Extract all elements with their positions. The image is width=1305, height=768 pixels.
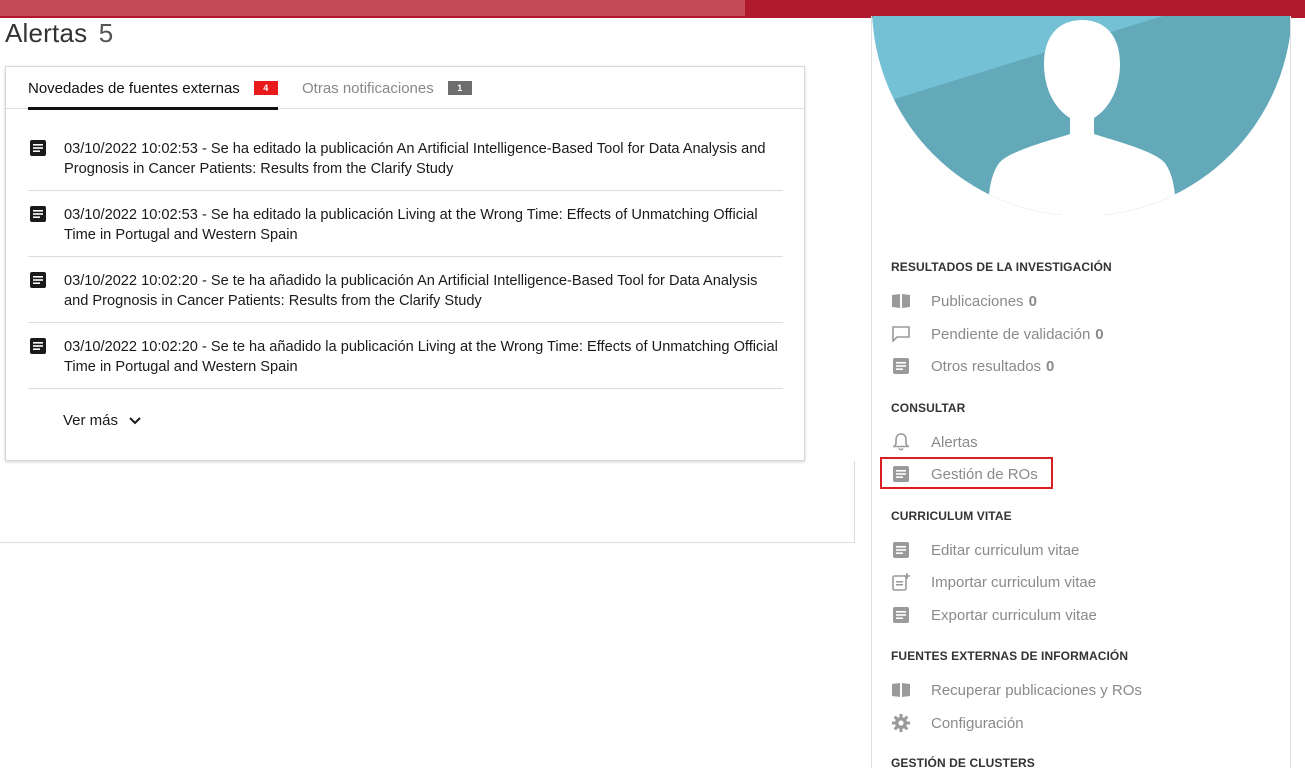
sidebar-item-label: Otros resultados: [931, 357, 1042, 375]
tab-otras-label: Otras notificaciones: [302, 79, 434, 97]
tab-otras-notificaciones[interactable]: Otras notificaciones 1: [302, 67, 472, 109]
ver-mas-label: Ver más: [63, 412, 119, 429]
post-add-icon: [891, 573, 911, 591]
sidebar-item-label: Pendiente de validación: [931, 325, 1091, 343]
alert-item[interactable]: 03/10/2022 10:02:53 - Se ha editado la p…: [28, 191, 783, 257]
sidebar-item-label: Recuperar publicaciones y ROs: [931, 681, 1142, 699]
sidebar-item-configuracion[interactable]: Configuración: [891, 712, 1024, 734]
tab-novedades-label: Novedades de fuentes externas: [28, 79, 240, 97]
sidebar-item-publicaciones[interactable]: Publicaciones 0: [891, 290, 1037, 312]
document-icon: [891, 541, 911, 559]
sidebar-item-label: Editar curriculum vitae: [931, 541, 1080, 559]
sidebar-item-label: Publicaciones: [931, 292, 1024, 310]
section-title-resultados: RESULTADOS DE LA INVESTIGACIÓN: [891, 260, 1112, 274]
ver-mas-button[interactable]: Ver más: [63, 412, 142, 429]
section-title-fuentes: FUENTES EXTERNAS DE INFORMACIÓN: [891, 649, 1129, 663]
sidebar-item-pendiente[interactable]: Pendiente de validación 0: [891, 323, 1104, 345]
top-bar-overlay: [0, 0, 745, 16]
tab-novedades[interactable]: Novedades de fuentes externas 4: [28, 67, 278, 110]
document-icon: [891, 606, 911, 624]
alert-item[interactable]: 03/10/2022 10:02:53 - Se ha editado la p…: [28, 125, 783, 191]
publicaciones-count: 0: [1028, 292, 1037, 310]
page-title-label: Alertas: [5, 18, 88, 48]
sidebar-item-alertas[interactable]: Alertas: [891, 431, 978, 453]
document-icon: [30, 206, 46, 222]
sidebar-item-editar-cv[interactable]: Editar curriculum vitae: [891, 539, 1079, 561]
bell-icon: [891, 433, 911, 451]
section-title-curriculum: CURRICULUM VITAE: [891, 509, 1012, 523]
sidebar-item-exportar-cv[interactable]: Exportar curriculum vitae: [891, 604, 1097, 626]
pendiente-count: 0: [1095, 325, 1104, 343]
alerts-panel: Novedades de fuentes externas 4 Otras no…: [5, 66, 805, 461]
otros-count: 0: [1046, 357, 1055, 375]
empty-content-box: [0, 461, 855, 543]
sidebar-item-label: Importar curriculum vitae: [931, 573, 1097, 591]
sidebar-item-label: Exportar curriculum vitae: [931, 606, 1097, 624]
avatar[interactable]: [872, 16, 1290, 215]
tab-otras-badge: 1: [447, 81, 472, 95]
alert-item[interactable]: 03/10/2022 10:02:20 - Se te ha añadido l…: [28, 257, 783, 323]
page-title-count: 5: [98, 18, 114, 48]
alert-text: 03/10/2022 10:02:20 - Se te ha añadido l…: [64, 339, 778, 375]
sidebar-item-otros-resultados[interactable]: Otros resultados 0: [891, 355, 1054, 377]
sidebar: RESULTADOS DE LA INVESTIGACIÓN Publicaci…: [871, 16, 1291, 768]
alerts-list: 03/10/2022 10:02:53 - Se ha editado la p…: [28, 125, 783, 389]
document-icon: [30, 338, 46, 354]
page-title: Alertas 5: [5, 18, 113, 49]
chevron-down-icon: [129, 416, 141, 424]
sidebar-item-recuperar[interactable]: Recuperar publicaciones y ROs: [891, 679, 1142, 701]
tabs-bar: Novedades de fuentes externas 4 Otras no…: [6, 67, 804, 110]
document-icon: [891, 357, 911, 375]
gear-icon: [891, 714, 911, 732]
user-silhouette-icon: [872, 16, 1290, 215]
alert-text: 03/10/2022 10:02:53 - Se ha editado la p…: [64, 141, 766, 177]
alert-text: 03/10/2022 10:02:53 - Se ha editado la p…: [64, 207, 758, 243]
section-title-consultar: CONSULTAR: [891, 401, 966, 415]
alert-text: 03/10/2022 10:02:20 - Se te ha añadido l…: [64, 273, 758, 309]
comment-icon: [891, 325, 911, 343]
sidebar-item-label: Configuración: [931, 714, 1024, 732]
section-title-clusters: GESTIÓN DE CLUSTERS: [891, 756, 1035, 768]
document-icon: [30, 272, 46, 288]
book-icon: [891, 292, 911, 310]
active-tab-indicator: [28, 107, 278, 110]
document-icon: [30, 140, 46, 156]
sidebar-item-label: Alertas: [931, 433, 978, 451]
tab-novedades-badge: 4: [253, 81, 278, 95]
sidebar-item-importar-cv[interactable]: Importar curriculum vitae: [891, 571, 1096, 593]
alert-item[interactable]: 03/10/2022 10:02:20 - Se te ha añadido l…: [28, 323, 783, 389]
highlight-box: [880, 457, 1053, 489]
book-icon: [891, 681, 911, 699]
